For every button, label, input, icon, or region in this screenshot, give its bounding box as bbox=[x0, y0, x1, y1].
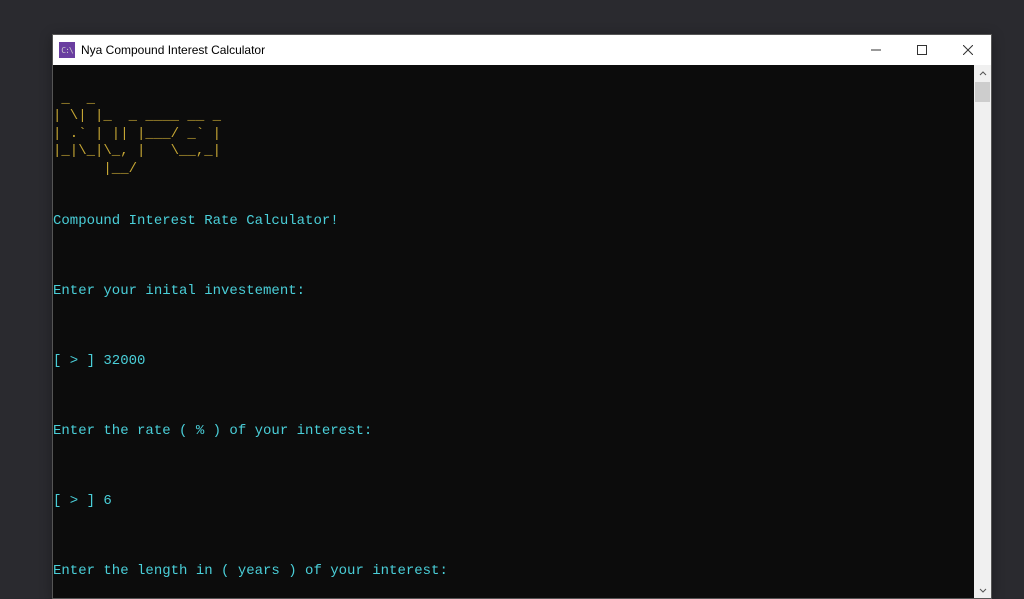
scroll-up-arrow-icon[interactable] bbox=[974, 65, 991, 82]
scrollbar-thumb[interactable] bbox=[975, 82, 990, 102]
minimize-button[interactable] bbox=[853, 35, 899, 65]
blank-line bbox=[53, 318, 974, 336]
prompt-years: Enter the length in ( years ) of your in… bbox=[53, 563, 974, 581]
window-controls bbox=[853, 35, 991, 65]
terminal-output[interactable]: _ _ | \| |_ _ ____ __ _ | .` | || |___/ … bbox=[53, 65, 974, 598]
blank-line bbox=[53, 178, 974, 196]
blank-line bbox=[53, 528, 974, 546]
vertical-scrollbar[interactable] bbox=[974, 65, 991, 598]
maximize-button[interactable] bbox=[899, 35, 945, 65]
titlebar[interactable]: C:\ Nya Compound Interest Calculator bbox=[53, 35, 991, 65]
ascii-art-logo: _ _ | \| |_ _ ____ __ _ | .` | || |___/ … bbox=[53, 91, 229, 177]
app-window: C:\ Nya Compound Interest Calculator _ _… bbox=[52, 34, 992, 599]
terminal-container: _ _ | \| |_ _ ____ __ _ | .` | || |___/ … bbox=[53, 65, 991, 598]
scroll-down-arrow-icon[interactable] bbox=[974, 581, 991, 598]
blank-line bbox=[53, 388, 974, 406]
close-button[interactable] bbox=[945, 35, 991, 65]
blank-line bbox=[53, 248, 974, 266]
window-title: Nya Compound Interest Calculator bbox=[81, 43, 265, 57]
app-icon: C:\ bbox=[59, 42, 75, 58]
prompt-investment: Enter your inital investement: bbox=[53, 283, 974, 301]
heading-line: Compound Interest Rate Calculator! bbox=[53, 213, 974, 231]
input-rate: [ > ] 6 bbox=[53, 493, 974, 511]
prompt-rate: Enter the rate ( % ) of your interest: bbox=[53, 423, 974, 441]
blank-line bbox=[53, 458, 974, 476]
input-investment: [ > ] 32000 bbox=[53, 353, 974, 371]
